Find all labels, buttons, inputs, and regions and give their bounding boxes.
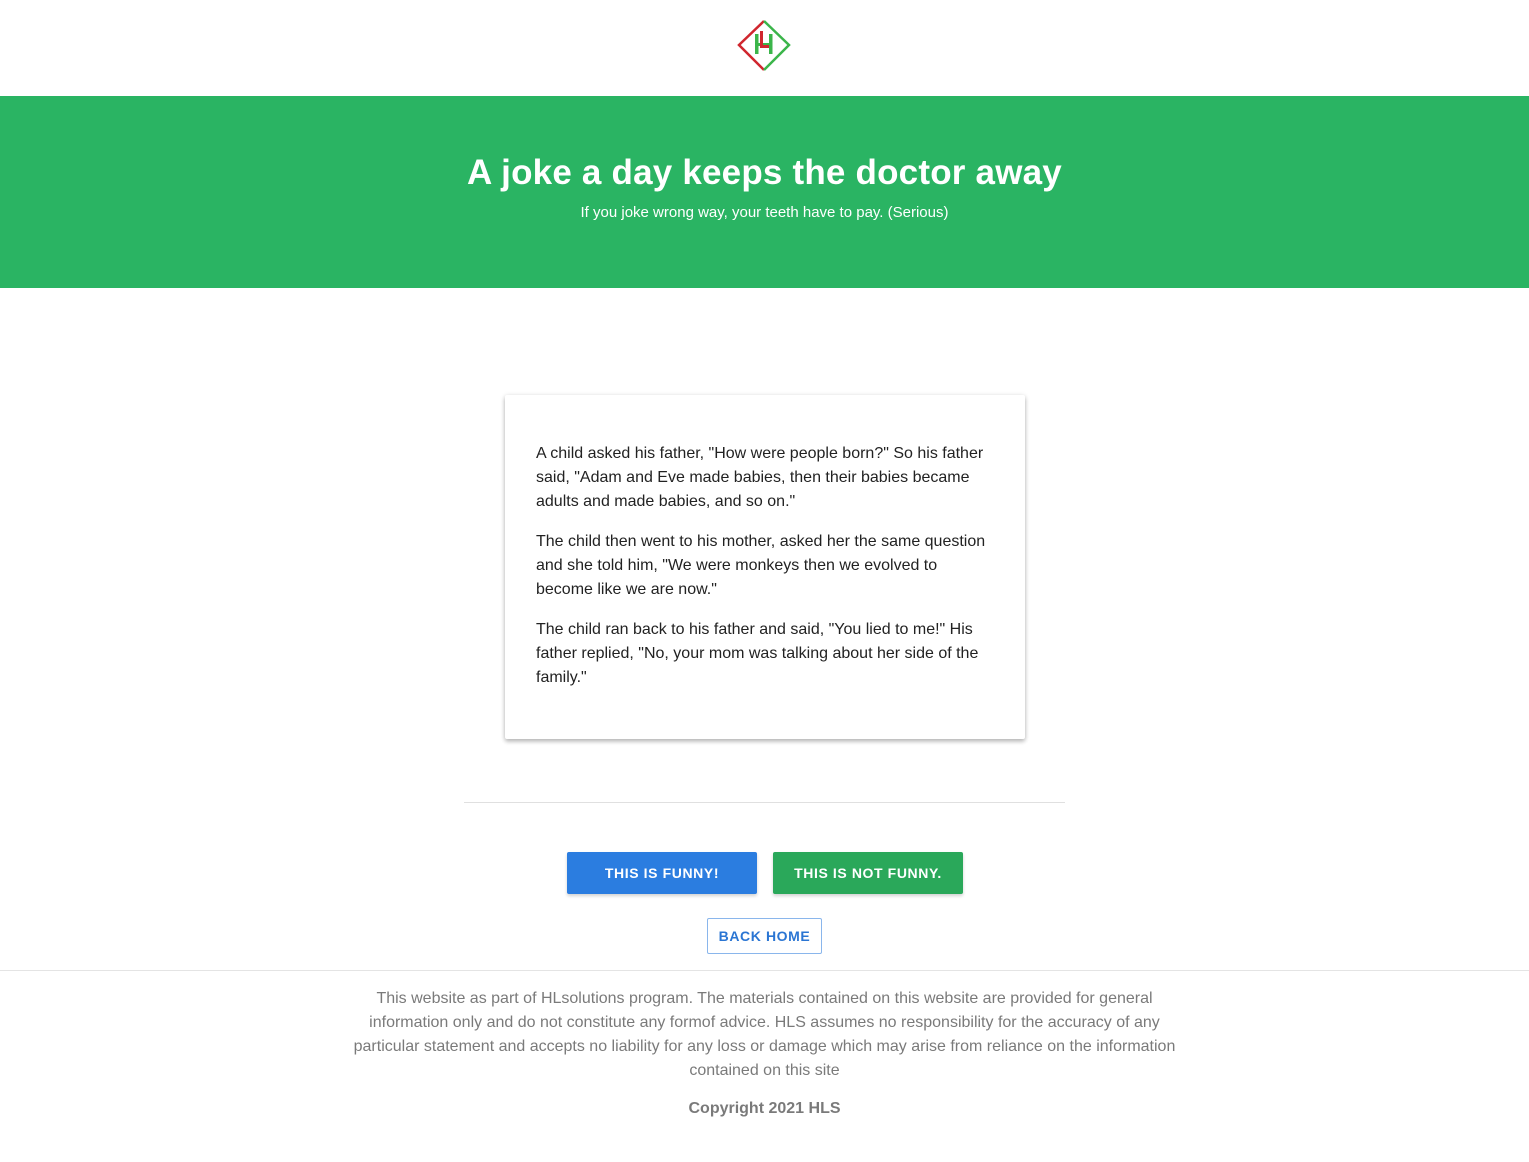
not-funny-button[interactable]: THIS IS NOT FUNNY. xyxy=(773,852,963,894)
footer-divider xyxy=(0,970,1529,971)
hl-diamond-logo-icon[interactable] xyxy=(736,18,792,74)
footer-copyright: Copyright 2021 HLS xyxy=(688,1100,841,1117)
back-home-button[interactable]: BACK HOME xyxy=(707,918,822,954)
content-divider xyxy=(464,802,1065,803)
footer-disclaimer: This website as part of HLsolutions prog… xyxy=(353,990,1176,1079)
page-subtitle: If you joke wrong way, your teeth have t… xyxy=(580,204,949,221)
funny-button[interactable]: THIS IS FUNNY! xyxy=(567,852,757,894)
joke-paragraph: A child asked his father, "How were peop… xyxy=(536,445,984,510)
joke-paragraph: The child then went to his mother, asked… xyxy=(536,533,986,598)
joke-paragraph: The child ran back to his father and sai… xyxy=(536,621,979,686)
joke-card: A child asked his father, "How were peop… xyxy=(505,395,1025,739)
hero-banner: A joke a day keeps the doctor away If yo… xyxy=(0,96,1529,288)
site-header xyxy=(0,0,1529,96)
page-title: A joke a day keeps the doctor away xyxy=(467,153,1062,192)
